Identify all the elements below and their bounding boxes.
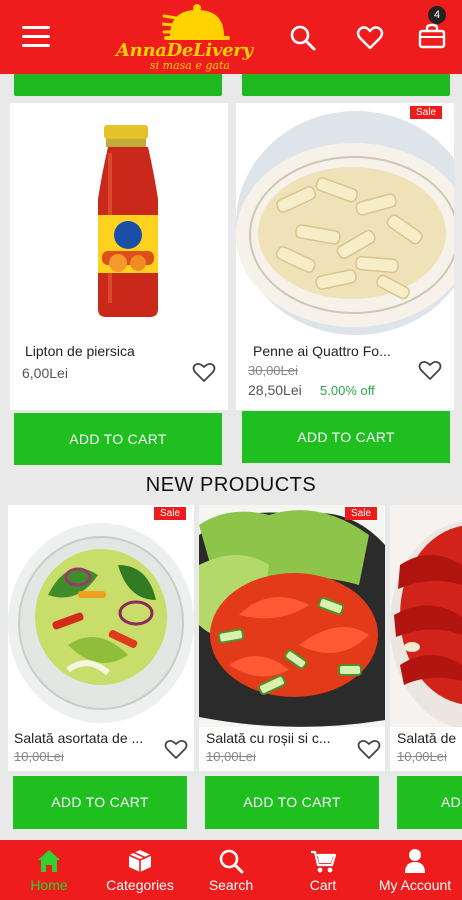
product-card[interactable]: Lipton de piersica 6,00Lei — [10, 103, 228, 410]
product-old-price: 10,00Lei — [14, 749, 64, 764]
cart-count-badge: 4 — [428, 6, 446, 24]
heart-icon[interactable] — [192, 361, 216, 383]
nav-label: Cart — [309, 877, 337, 893]
product-image-mixed-salad[interactable] — [8, 505, 194, 727]
add-to-cart-button[interactable]: ADD TO CART — [13, 776, 187, 829]
menu-icon[interactable] — [22, 26, 50, 48]
nav-label: Search — [208, 877, 254, 893]
nav-item-my-account[interactable]: My Account — [370, 840, 460, 900]
sale-badge: Sale — [345, 507, 378, 520]
product-price: 28,50Lei — [248, 382, 302, 398]
section-title-new-products: NEW PRODUCTS — [145, 474, 317, 496]
heart-icon[interactable] — [164, 738, 188, 760]
categories-icon — [128, 850, 152, 872]
bottom-navigation: Home Categories Search Cart My Account — [0, 840, 462, 900]
product-old-price: 30,00Lei — [248, 363, 298, 378]
product-name[interactable]: Penne ai Quattro Fo... — [253, 343, 391, 359]
add-to-cart-button[interactable]: AD — [397, 776, 462, 829]
nav-item-home[interactable]: Home — [14, 840, 84, 900]
product-old-price: 10,00Lei — [397, 749, 447, 764]
add-to-cart-button[interactable]: ADD TO CART — [14, 413, 222, 465]
sale-badge: Sale — [154, 507, 187, 520]
add-to-cart-button[interactable]: ADD TO CART — [205, 776, 379, 829]
add-to-cart-button[interactable] — [242, 74, 450, 96]
shopping-bag-icon[interactable] — [418, 22, 446, 50]
product-card[interactable]: Sale Salată asortata de ... 10,00Lei — [8, 505, 194, 771]
product-card[interactable]: Salată de 10,00Lei — [390, 505, 462, 771]
search-icon — [219, 849, 244, 874]
product-image-lipton-bottle[interactable] — [10, 103, 228, 335]
product-card[interactable]: Sale Penne ai Quattro Fo... 30,00Lei 28,… — [236, 103, 454, 410]
nav-item-search[interactable]: Search — [196, 840, 266, 900]
add-to-cart-button[interactable]: ADD TO CART — [242, 411, 450, 463]
cart-icon — [311, 850, 337, 873]
logo-tagline: si masa e gata — [150, 59, 230, 72]
heart-icon[interactable] — [357, 738, 381, 760]
app-logo[interactable]: AnnaDeLivery si masa e gata — [112, 2, 253, 72]
nav-item-cart[interactable]: Cart — [288, 840, 358, 900]
account-icon — [405, 849, 425, 873]
product-name[interactable]: Lipton de piersica — [25, 343, 135, 359]
app-header: AnnaDeLivery si masa e gata 4 — [0, 0, 462, 74]
product-image-penne-pasta[interactable] — [236, 103, 454, 335]
sale-badge: Sale — [410, 106, 443, 119]
product-card[interactable]: Sale Salată cu roșii si c... 10,00Lei — [199, 505, 385, 771]
nav-label: My Account — [378, 877, 452, 893]
product-name[interactable]: Salată asortata de ... — [14, 730, 143, 746]
product-price: 6,00Lei — [22, 365, 68, 381]
nav-label: Categories — [106, 877, 174, 893]
product-name[interactable]: Salată de — [397, 730, 456, 746]
search-icon[interactable] — [289, 24, 317, 52]
nav-label: Home — [30, 877, 68, 893]
nav-item-categories[interactable]: Categories — [100, 840, 180, 900]
product-image-roasted-pepper-salad[interactable] — [390, 505, 462, 727]
home-icon — [38, 850, 60, 872]
cloche-icon — [162, 4, 230, 40]
discount-label: 5.00% off — [320, 383, 375, 398]
wishlist-heart-icon[interactable] — [356, 24, 384, 52]
add-to-cart-button[interactable] — [14, 74, 222, 96]
logo-text: AnnaDeLivery — [116, 40, 253, 61]
product-name[interactable]: Salată cu roșii si c... — [206, 730, 331, 746]
product-old-price: 10,00Lei — [206, 749, 256, 764]
product-image-tomato-cucumber-salad[interactable] — [199, 505, 385, 727]
heart-icon[interactable] — [418, 359, 442, 381]
